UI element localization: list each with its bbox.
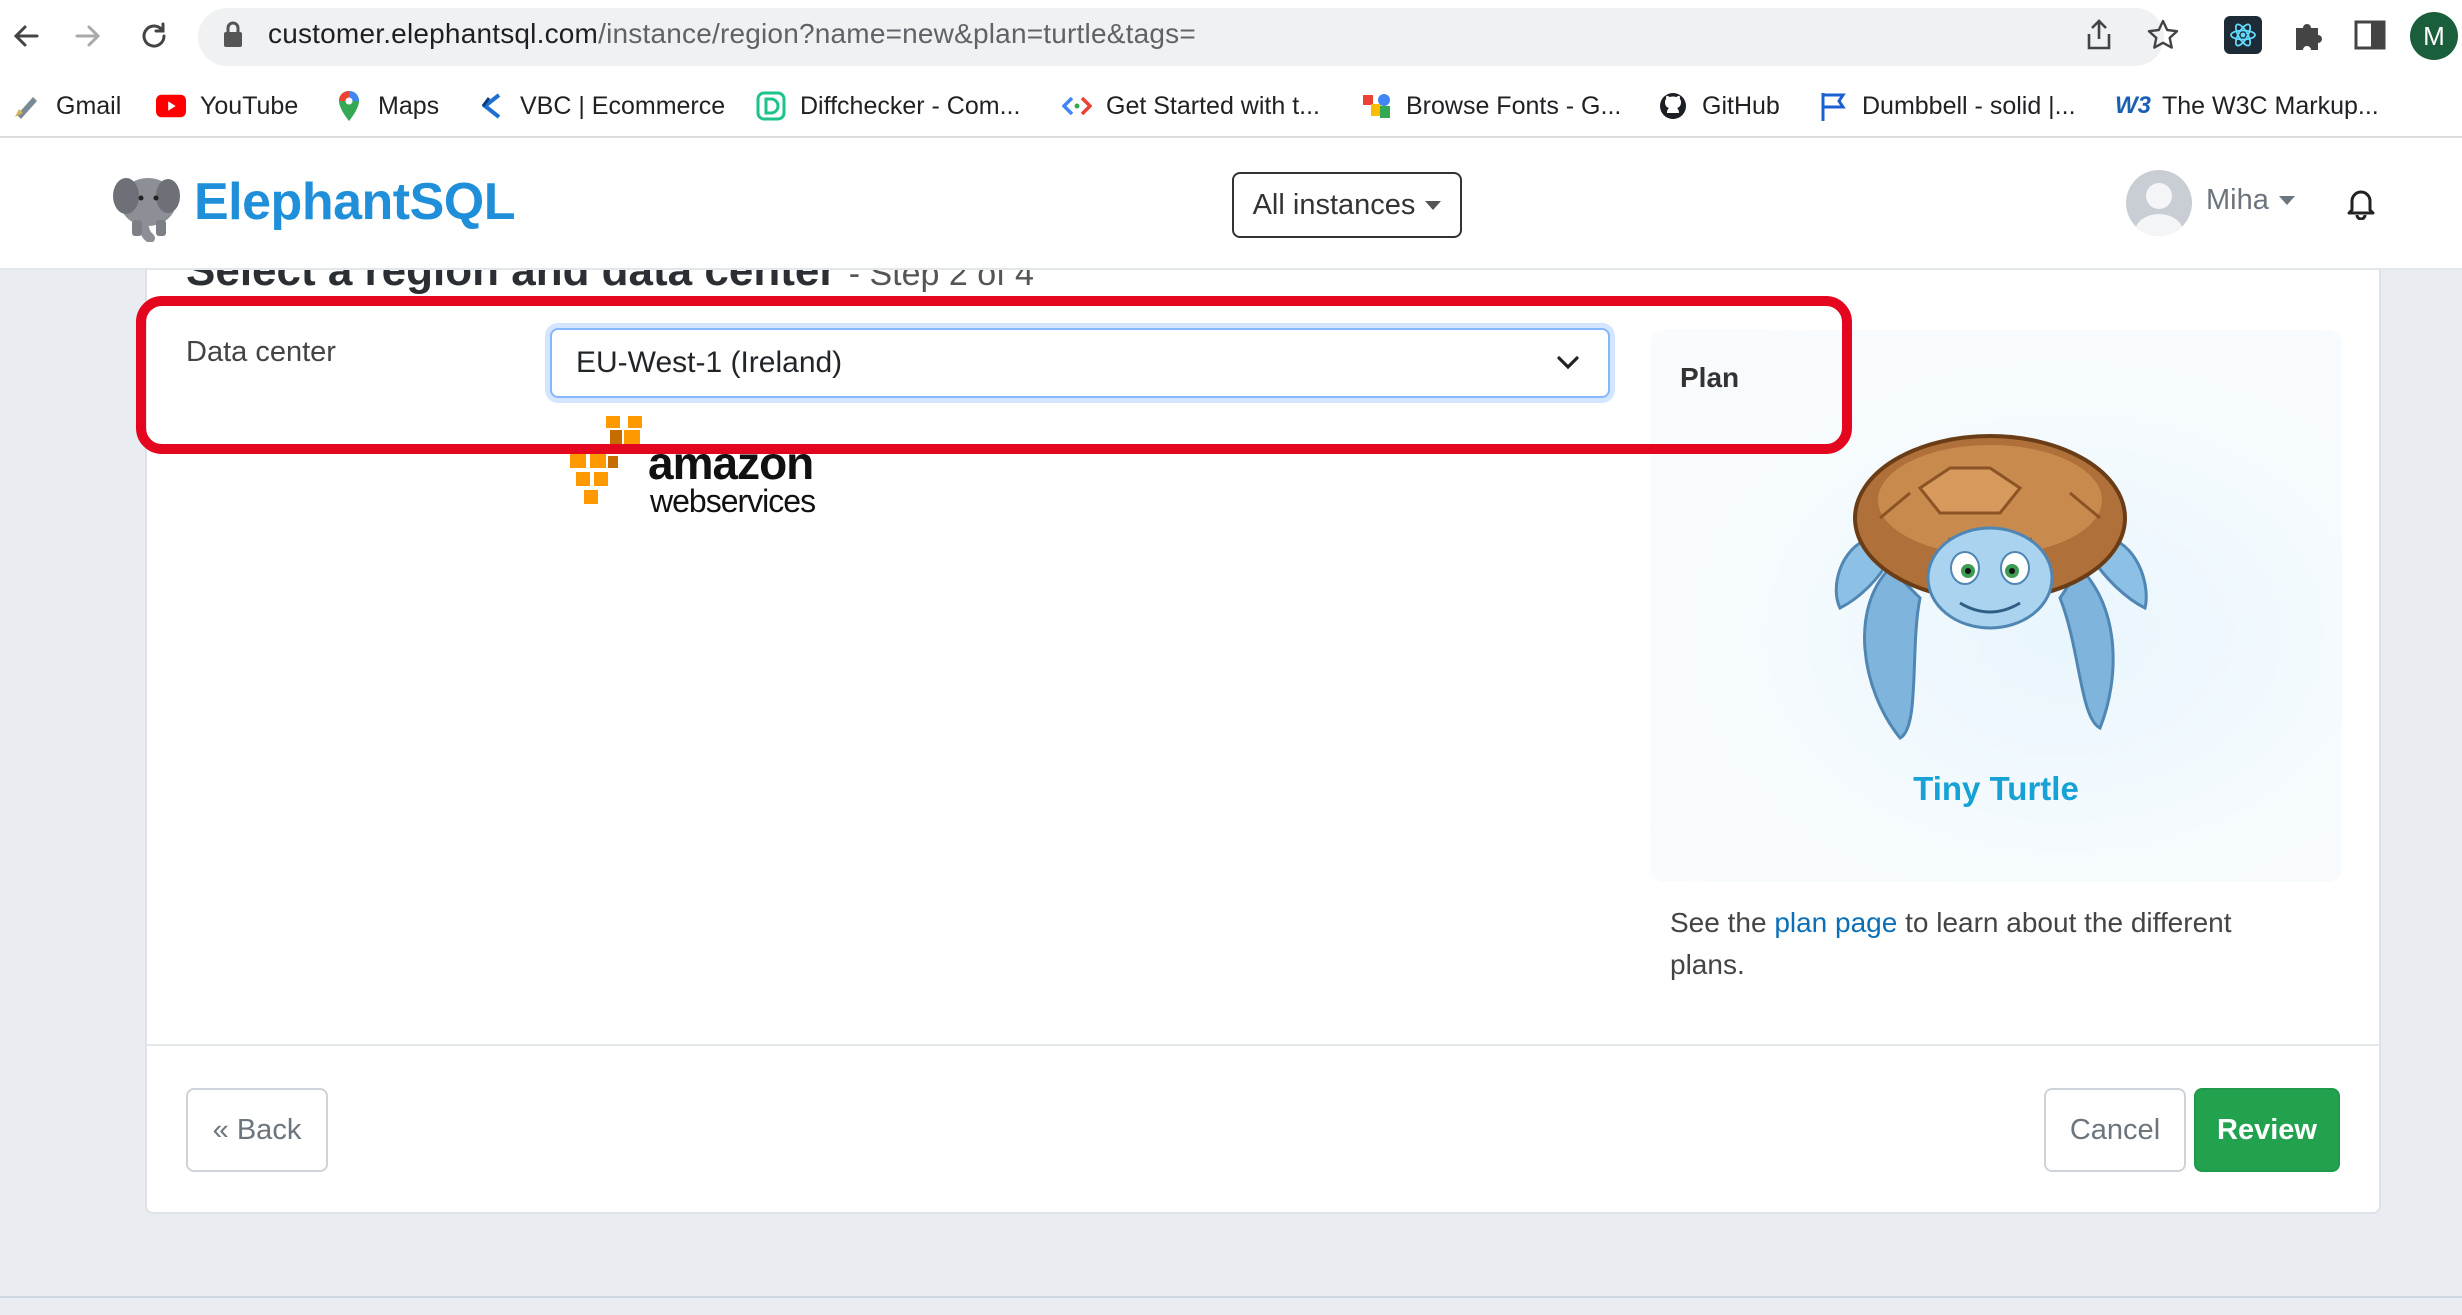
react-devtools-icon[interactable] [2224, 16, 2262, 54]
review-button[interactable]: Review [2194, 1088, 2340, 1172]
bookmark-label: Gmail [56, 91, 122, 120]
url-text[interactable]: customer.elephantsql.com/instance/region… [268, 18, 1196, 50]
bookmark-label: VBC | Ecommerce [520, 91, 726, 120]
plan-desc-before: See the [1670, 907, 1775, 938]
aws-logo-webservices: webservices [650, 483, 816, 519]
plan-name: Tiny Turtle [1913, 770, 2079, 807]
user-menu[interactable]: Miha [2206, 184, 2295, 217]
user-avatar[interactable] [2126, 170, 2192, 236]
cancel-button[interactable]: Cancel [2044, 1088, 2186, 1172]
turtle-illustration [1830, 428, 2150, 753]
url-path: /instance/region?name=new&plan=turtle&ta… [598, 18, 1196, 49]
bookmark-github[interactable]: GitHub [1658, 86, 1780, 126]
bookmark-label: Maps [378, 91, 440, 120]
bookmark-maps[interactable]: Maps [334, 86, 439, 126]
forward-arrow-icon[interactable] [66, 14, 110, 58]
caret-down-icon [1425, 200, 1442, 210]
data-center-select[interactable]: EU-West-1 (Ireland) [550, 328, 1610, 398]
bookmark-browse-fonts[interactable]: Browse Fonts - G... [1362, 86, 1621, 126]
notification-bell-icon[interactable] [2346, 186, 2376, 225]
data-center-value: EU-West-1 (Ireland) [576, 346, 843, 379]
bookmark-label: GitHub [1702, 91, 1780, 120]
bookmark-gmail[interactable]: Gmail [12, 86, 121, 126]
all-instances-label: All instances [1252, 188, 1416, 221]
maps-icon [334, 91, 364, 121]
extensions-puzzle-icon[interactable] [2290, 18, 2324, 57]
flag-icon [1818, 91, 1848, 121]
bookmark-star-icon[interactable] [2146, 18, 2180, 57]
plan-description: See the plan page to learn about the dif… [1670, 902, 2310, 986]
gmail-icon [12, 91, 42, 121]
code-icon [1062, 91, 1092, 121]
bookmark-label: YouTube [200, 91, 299, 120]
bookmark-youtube[interactable]: YouTube [156, 86, 298, 126]
reload-icon[interactable] [132, 14, 176, 58]
vbc-icon [476, 91, 506, 121]
bookmark-dumbbell[interactable]: Dumbbell - solid |... [1818, 86, 2076, 126]
github-icon [1658, 91, 1688, 121]
card-divider [147, 1044, 2379, 1046]
bookmark-label: Get Started with t... [1106, 91, 1320, 120]
bookmark-label: Diffchecker - Com... [800, 91, 1021, 120]
back-button[interactable]: « Back [186, 1088, 328, 1172]
page-bottom-border [0, 1296, 2462, 1298]
bookmarks-bar: Gmail YouTube Maps VBC | Ecommerce Diffc… [0, 74, 2462, 138]
aws-cubes-icon [570, 416, 646, 521]
user-name: Miha [2206, 184, 2269, 216]
user-silhouette-icon [2135, 183, 2183, 236]
caret-down-icon [2278, 196, 2295, 205]
side-panel-icon[interactable] [2354, 20, 2386, 55]
bookmark-label: The W3C Markup... [2162, 91, 2379, 120]
url-host: customer.elephantsql.com [268, 18, 599, 49]
bookmark-vbc[interactable]: VBC | Ecommerce [476, 86, 725, 126]
data-center-label: Data center [186, 336, 336, 368]
plan-label: Plan [1680, 362, 1740, 393]
bookmark-label: Browse Fonts - G... [1406, 91, 1622, 120]
fonts-icon [1362, 91, 1392, 121]
profile-avatar[interactable]: M [2410, 12, 2458, 60]
diffchecker-icon [756, 91, 786, 121]
lock-icon[interactable] [222, 20, 244, 55]
bookmark-w3c[interactable]: W3 The W3C Markup... [2115, 86, 2379, 126]
all-instances-dropdown[interactable]: All instances [1232, 172, 1462, 238]
w3c-icon: W3 [2115, 92, 2151, 119]
back-arrow-icon[interactable] [4, 14, 48, 58]
bookmark-get-started[interactable]: Get Started with t... [1062, 86, 1320, 126]
aws-logo-amazon: amazon [648, 437, 814, 489]
youtube-icon [156, 91, 186, 121]
elephant-logo-icon[interactable] [108, 166, 184, 247]
bookmark-diffchecker[interactable]: Diffchecker - Com... [756, 86, 1020, 126]
bookmark-label: Dumbbell - solid |... [1862, 91, 2076, 120]
share-icon[interactable] [2084, 18, 2114, 57]
plan-page-link[interactable]: plan page [1774, 907, 1897, 938]
chevron-down-icon [1557, 356, 1579, 370]
brand-name[interactable]: ElephantSQL [194, 172, 515, 232]
